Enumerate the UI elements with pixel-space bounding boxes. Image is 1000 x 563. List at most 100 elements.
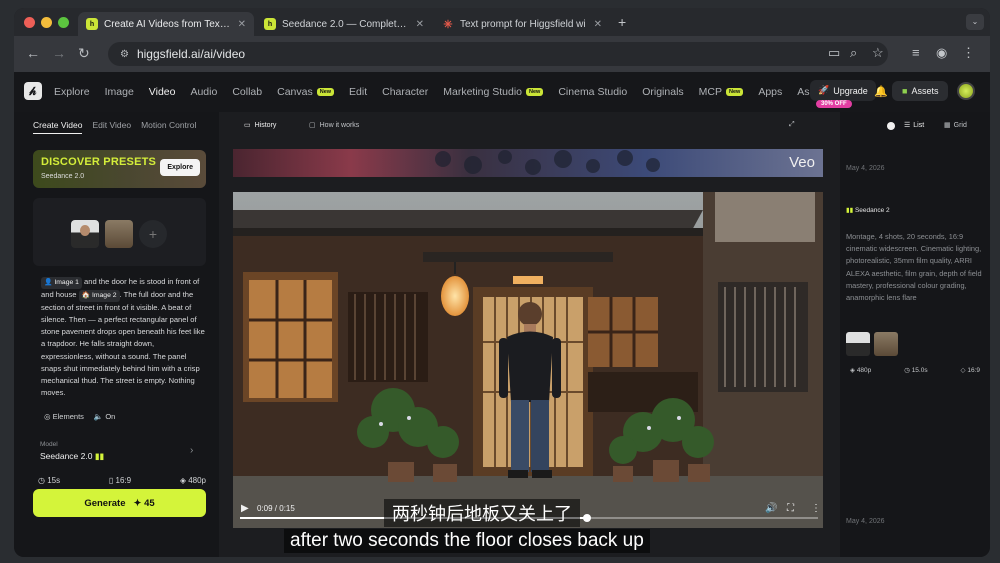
audio-toggle[interactable]: 🔈 On — [94, 412, 115, 421]
reference-image-person[interactable] — [71, 220, 99, 248]
meta-ratio-value: 16:9 — [967, 367, 980, 374]
progress-knob[interactable] — [582, 514, 591, 522]
generate-button[interactable]: Generate ✦ 45 — [33, 489, 206, 517]
zoom-icon[interactable]: ⌕ — [850, 46, 857, 60]
site-settings-icon[interactable]: ⚙ — [120, 49, 129, 60]
banner-artwork — [435, 150, 660, 175]
folder-icon: ▭ — [244, 122, 251, 129]
higgsfield-logo[interactable]: 𝒽 — [24, 82, 42, 100]
play-icon[interactable]: ▶ — [241, 503, 249, 514]
elements-toggle[interactable]: ◎ Elements — [44, 412, 84, 421]
bookmark-star-icon[interactable]: ☆ — [872, 46, 884, 60]
prompt-text[interactable]: 👤 Image 1 and the door he is stood in fr… — [41, 276, 206, 404]
browser-tab[interactable]: h Create AI Videos from Text & ✕ — [78, 12, 254, 36]
forward-icon[interactable]: → — [52, 46, 66, 60]
more-options-icon[interactable]: ⋮ — [811, 503, 821, 514]
volume-icon[interactable]: 🔊 — [765, 503, 777, 514]
close-tab-icon[interactable]: ✕ — [594, 19, 602, 30]
meta-aspect: ◇ 16:9 — [961, 366, 980, 374]
browser-tab[interactable]: ✳ Text prompt for Higgsfield wi ✕ — [434, 12, 610, 36]
how-label: How it works — [319, 121, 360, 129]
nav-item-explore[interactable]: Explore — [54, 86, 90, 98]
nav-item-mcp[interactable]: MCP New — [699, 86, 744, 98]
discover-presets-card[interactable]: DISCOVER PRESETS Seedance 2.0 Explore — [33, 150, 206, 188]
reference-image-house[interactable] — [105, 220, 133, 248]
close-tab-icon[interactable]: ✕ — [238, 19, 246, 30]
nav-item-originals[interactable]: Originals — [642, 86, 683, 98]
nav-item-label: Audio — [190, 86, 218, 98]
grid-view-button[interactable]: ▦ Grid — [944, 121, 967, 130]
generation-settings: ◷ 15s ▯ 16:9 ◈ 480p — [38, 476, 206, 485]
reference-thumbnail[interactable] — [874, 332, 898, 356]
upgrade-label: Upgrade — [833, 85, 868, 96]
user-avatar[interactable] — [957, 82, 975, 100]
add-reference-icon[interactable]: + — [139, 220, 167, 248]
tab-edit-video[interactable]: Edit Video — [92, 120, 131, 134]
close-tab-icon[interactable]: ✕ — [416, 19, 424, 30]
subtitle-english: after two seconds the floor closes back … — [284, 529, 650, 553]
nav-item-cinema-studio[interactable]: Cinema Studio — [558, 86, 627, 98]
explore-button[interactable]: Explore — [160, 159, 200, 176]
higgsfield-favicon-icon: h — [264, 18, 276, 30]
veo-banner[interactable]: Veo — [233, 149, 823, 177]
expand-icon[interactable]: ⤢ — [789, 121, 795, 129]
reading-list-icon[interactable]: ≡ — [912, 46, 920, 60]
new-badge: New — [526, 88, 544, 96]
notification-bell-icon[interactable]: 🔔 — [874, 85, 888, 98]
nav-item-apps[interactable]: Apps — [758, 86, 782, 98]
fullscreen-icon[interactable]: ⛶ — [787, 503, 794, 514]
video-frame — [233, 192, 823, 528]
model-tag: ▮▮ Seedance 2 — [846, 206, 890, 214]
aspect-icon: ▯ — [108, 476, 114, 485]
minimize-window-button[interactable] — [41, 17, 52, 28]
generate-cost: ✦ 45 — [134, 498, 155, 509]
nav-item-marketing-studio[interactable]: Marketing Studio New — [443, 86, 544, 98]
nav-item-video[interactable]: Video — [149, 86, 176, 98]
nav-item-image[interactable]: Image — [105, 86, 134, 98]
reload-icon[interactable]: ↻ — [78, 46, 90, 60]
nav-item-collab[interactable]: Collab — [232, 86, 262, 98]
new-badge: New — [726, 88, 744, 96]
tab-create-video[interactable]: Create Video — [33, 120, 83, 134]
reference-images: + — [33, 198, 206, 266]
model-tag-label: Seedance 2 — [854, 207, 890, 214]
maximize-window-button[interactable] — [58, 17, 69, 28]
nav-item-canvas[interactable]: Canvas New — [277, 86, 335, 98]
nav-item-label: Explore — [54, 86, 90, 98]
view-toggle-dot[interactable] — [887, 122, 895, 130]
new-tab-button[interactable]: + — [618, 14, 626, 30]
nav-item-character[interactable]: Character — [382, 86, 428, 98]
address-bar[interactable]: ⚙ higgsfield.ai/ai/video — [108, 42, 888, 66]
create-tabs: Create Video Edit Video Motion Control — [33, 120, 196, 134]
list-icon: ☰ — [904, 122, 911, 129]
how-it-works-button[interactable]: ▢ How it works — [309, 121, 360, 130]
tab-motion-control[interactable]: Motion Control — [141, 120, 196, 134]
assets-button[interactable]: ■ Assets — [892, 81, 949, 101]
nav-item-edit[interactable]: Edit — [349, 86, 367, 98]
upgrade-button[interactable]: 🚀 Upgrade — [810, 80, 876, 101]
list-view-button[interactable]: ☰ List — [904, 121, 924, 130]
cast-icon[interactable]: ▭ — [828, 46, 840, 60]
close-window-button[interactable] — [24, 17, 35, 28]
video-time: 0:09 / 0:15 — [257, 503, 295, 513]
image-chip: 🏠 Image 2 — [78, 290, 120, 303]
browser-tab[interactable]: h Seedance 2.0 — Complete Pl ✕ — [256, 12, 432, 36]
profile-icon[interactable]: ◉ — [936, 46, 947, 60]
back-icon[interactable]: ← — [26, 46, 40, 60]
resolution-selector[interactable]: ◈ 480p — [180, 476, 206, 485]
nav-item-label: Character — [382, 86, 429, 98]
nav-item-label: Apps — [758, 86, 783, 98]
aspect-selector[interactable]: ▯ 16:9 — [109, 476, 131, 485]
video-player[interactable] — [233, 192, 823, 528]
duration-selector[interactable]: ◷ 15s — [38, 476, 60, 485]
nav-item-label: Edit — [349, 86, 368, 98]
browser-menu-icon[interactable]: ⋮ — [962, 46, 975, 60]
reference-thumbnail[interactable] — [846, 332, 870, 356]
tab-search-icon[interactable]: ⌄ — [966, 14, 984, 30]
audio-state: On — [105, 412, 116, 421]
elements-row: ◎ Elements 🔈 On — [44, 412, 115, 421]
history-button[interactable]: ▭ History — [244, 121, 276, 130]
nav-item-audio[interactable]: Audio — [190, 86, 217, 98]
meta-duration: ◷ 15.0s — [904, 366, 927, 374]
clock-icon: ◷ — [38, 476, 45, 485]
